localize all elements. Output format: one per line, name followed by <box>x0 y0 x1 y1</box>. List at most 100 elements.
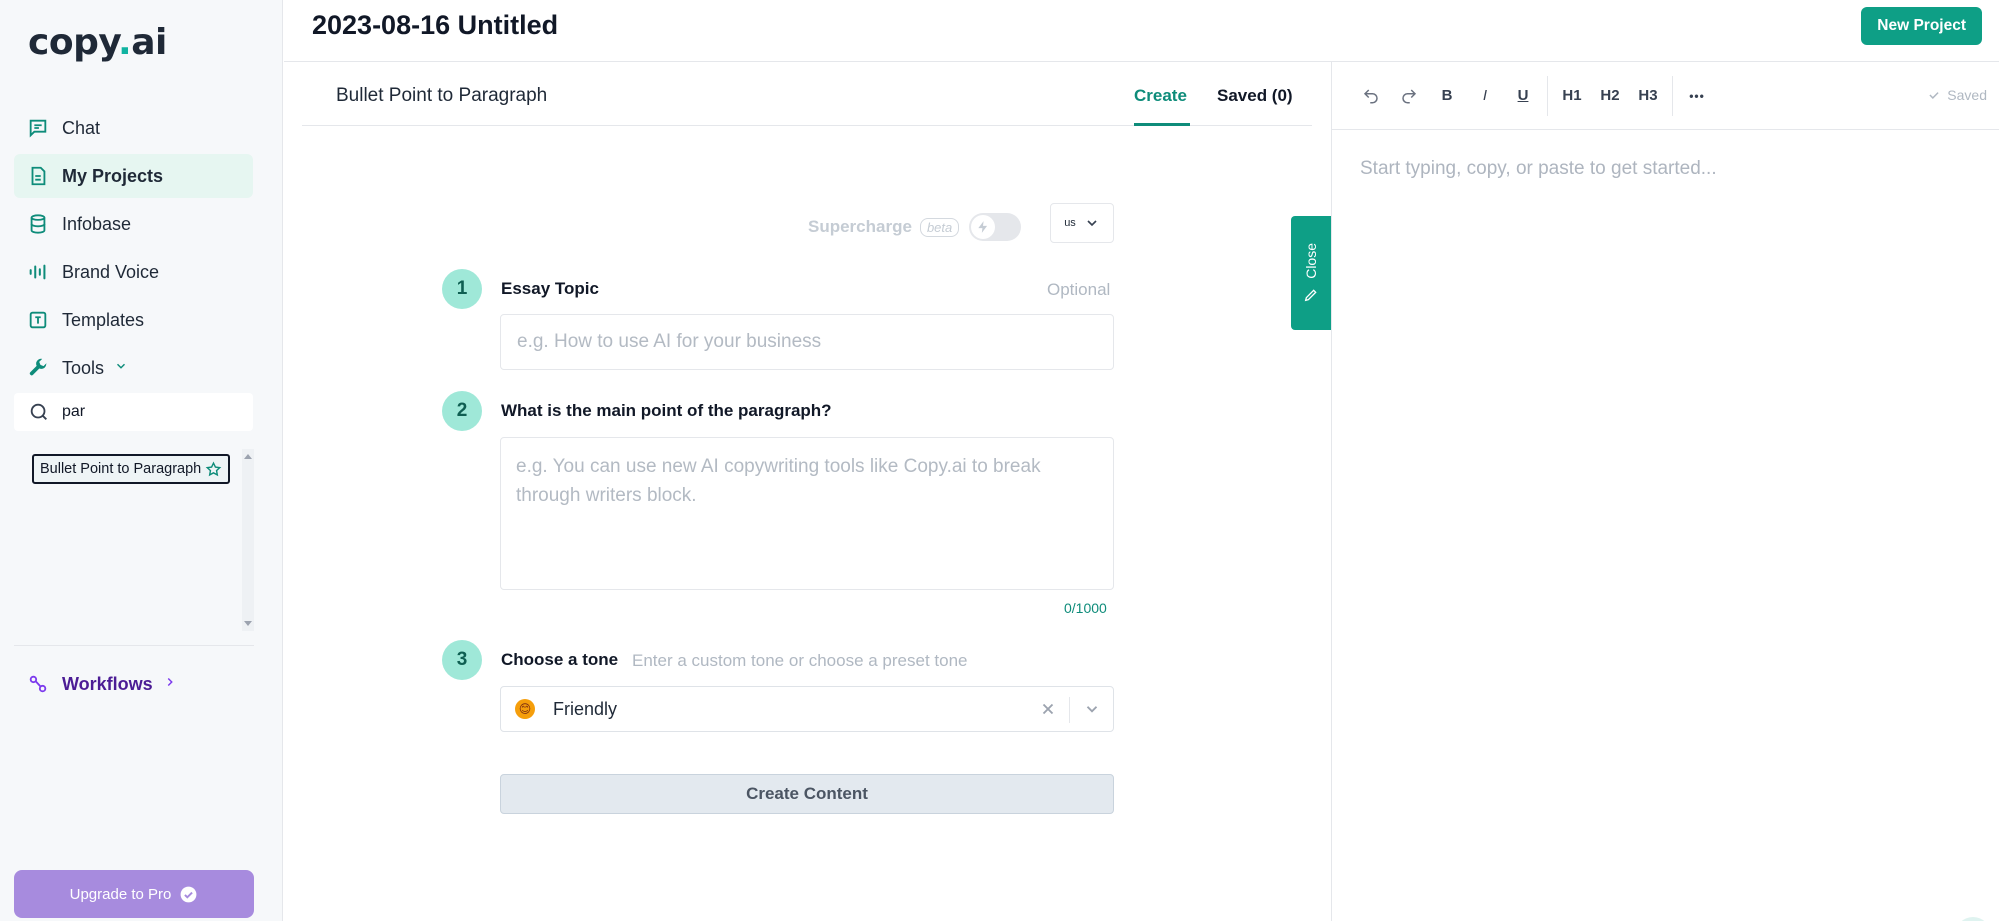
save-status: Saved <box>1927 87 1987 103</box>
step-number-2: 2 <box>442 391 482 431</box>
create-content-button[interactable]: Create Content <box>500 774 1114 814</box>
verified-badge-icon <box>180 886 197 902</box>
sidebar-item-tools[interactable]: Tools <box>14 346 253 390</box>
document-icon <box>14 165 62 187</box>
step-label-essay-topic: Essay Topic <box>501 279 599 298</box>
sidebar-item-chat[interactable]: Chat <box>14 106 253 150</box>
optional-label: Optional <box>1047 280 1111 299</box>
active-tab-indicator <box>1134 123 1190 126</box>
toolbar-separator <box>1672 75 1673 116</box>
redo-icon <box>1402 88 1417 103</box>
help-chat-launcher[interactable] <box>1955 917 1991 921</box>
sidebar-item-templates[interactable]: Templates <box>14 298 253 342</box>
sidebar-item-infobase[interactable]: Infobase <box>14 202 253 246</box>
scroll-up-arrow-icon[interactable] <box>244 454 252 459</box>
undo-icon <box>1363 88 1378 103</box>
supercharge-toggle[interactable] <box>969 213 1022 241</box>
tab-saved[interactable]: Saved (0) <box>1217 86 1293 106</box>
sidebar: copy.ai Chat My Projects Infobase Brand … <box>0 0 283 921</box>
step-number-1: 1 <box>442 269 482 309</box>
essay-topic-input[interactable] <box>500 314 1114 370</box>
upgrade-to-pro-button[interactable]: Upgrade to Pro <box>14 870 254 918</box>
new-project-button[interactable]: New Project <box>1861 7 1982 45</box>
chevron-right-icon <box>163 675 177 694</box>
soundwave-icon <box>14 261 62 283</box>
redo-button[interactable] <box>1390 77 1428 115</box>
template-icon <box>14 309 62 331</box>
sidebar-item-label: Templates <box>62 309 145 330</box>
tone-hint: Enter a custom tone or choose a preset t… <box>632 651 968 670</box>
sidebar-item-brand-voice[interactable]: Brand Voice <box>14 250 253 294</box>
save-status-label: Saved <box>1947 87 1987 103</box>
sidebar-item-label: Tools <box>62 357 105 378</box>
beta-badge: beta <box>919 217 960 237</box>
tone-value: Friendly <box>553 698 618 719</box>
sidebar-item-my-projects[interactable]: My Projects <box>14 154 253 198</box>
chevron-down-icon <box>1087 220 1097 227</box>
editor-toolbar: B I U H1 H2 H3 ••• Saved <box>1332 62 1999 130</box>
clear-icon[interactable] <box>1039 700 1057 718</box>
main-point-textarea[interactable] <box>500 437 1114 590</box>
supercharge-label: Supercharge <box>808 217 912 236</box>
select-separator <box>1069 697 1070 723</box>
sidebar-item-workflows[interactable]: Workflows <box>14 662 177 706</box>
step-label-main-point: What is the main point of the paragraph? <box>501 401 832 420</box>
tool-search-box <box>14 393 253 431</box>
lightning-icon <box>978 221 988 233</box>
upgrade-label: Upgrade to Pro <box>69 885 172 903</box>
sidebar-item-label: Brand Voice <box>62 261 160 282</box>
chat-icon <box>14 117 62 139</box>
language-select[interactable]: us <box>1050 203 1114 243</box>
heading-3-button[interactable]: H3 <box>1629 77 1667 115</box>
sidebar-divider <box>14 645 254 646</box>
logo-dot: . <box>118 22 132 63</box>
database-icon <box>14 213 62 235</box>
chevron-down-icon[interactable] <box>1083 700 1101 718</box>
step-number-3: 3 <box>442 640 482 680</box>
toggle-knob <box>971 215 996 239</box>
page-title[interactable]: 2023-08-16 Untitled <box>312 10 558 41</box>
more-options-button[interactable]: ••• <box>1678 77 1716 115</box>
italic-button[interactable]: I <box>1466 77 1504 115</box>
scroll-down-arrow-icon[interactable] <box>244 621 252 626</box>
sidebar-item-label: Infobase <box>62 213 132 234</box>
undo-button[interactable] <box>1352 77 1390 115</box>
tool-search-input[interactable] <box>62 403 232 421</box>
underline-button[interactable]: U <box>1504 77 1542 115</box>
copyai-logo[interactable]: copy.ai <box>28 22 167 63</box>
char-count: 0/1000 <box>1064 600 1107 616</box>
result-item-bullet-point-to-paragraph[interactable]: Bullet Point to Paragraph <box>32 454 231 484</box>
sidebar-item-label: Chat <box>62 117 101 138</box>
sidebar-item-label: Workflows <box>62 673 153 694</box>
supercharge-control: Supercharge beta <box>808 213 1022 241</box>
check-icon <box>1929 92 1939 99</box>
workflow-icon <box>14 673 62 695</box>
editor-content[interactable]: Start typing, copy, or paste to get star… <box>1360 158 1979 180</box>
language-value: us <box>1064 217 1076 229</box>
chevron-down-icon <box>114 359 128 378</box>
heading-1-button[interactable]: H1 <box>1553 77 1591 115</box>
result-label: Bullet Point to Paragraph <box>40 461 202 477</box>
bold-button[interactable]: B <box>1428 77 1466 115</box>
smiley-icon: 😊 <box>515 699 535 719</box>
step-label-choose-tone: Choose a tone <box>501 650 619 669</box>
tool-results-list: Bullet Point to Paragraph <box>14 449 254 631</box>
tab-create[interactable]: Create <box>1134 86 1187 106</box>
tool-name: Bullet Point to Paragraph <box>336 85 548 106</box>
pencil-icon <box>1304 289 1317 302</box>
toolbar-separator <box>1547 75 1548 116</box>
logo-main: copy <box>28 22 119 63</box>
heading-2-button[interactable]: H2 <box>1591 77 1629 115</box>
logo-suffix: ai <box>131 22 167 63</box>
star-icon[interactable] <box>205 460 222 478</box>
document-editor: B I U H1 H2 H3 ••• Saved Start typing, c… <box>1331 62 1999 921</box>
sidebar-item-label: My Projects <box>62 165 164 186</box>
top-header: 2023-08-16 Untitled New Project <box>284 0 1999 62</box>
close-label: Close <box>1303 243 1319 279</box>
tool-header: Bullet Point to Paragraph Create Saved (… <box>302 62 1312 126</box>
search-icon <box>30 403 47 420</box>
close-panel-tab[interactable]: Close <box>1291 216 1331 330</box>
wrench-icon <box>14 357 62 379</box>
results-scrollbar[interactable] <box>242 449 254 631</box>
tone-select[interactable]: 😊 Friendly <box>500 686 1114 732</box>
